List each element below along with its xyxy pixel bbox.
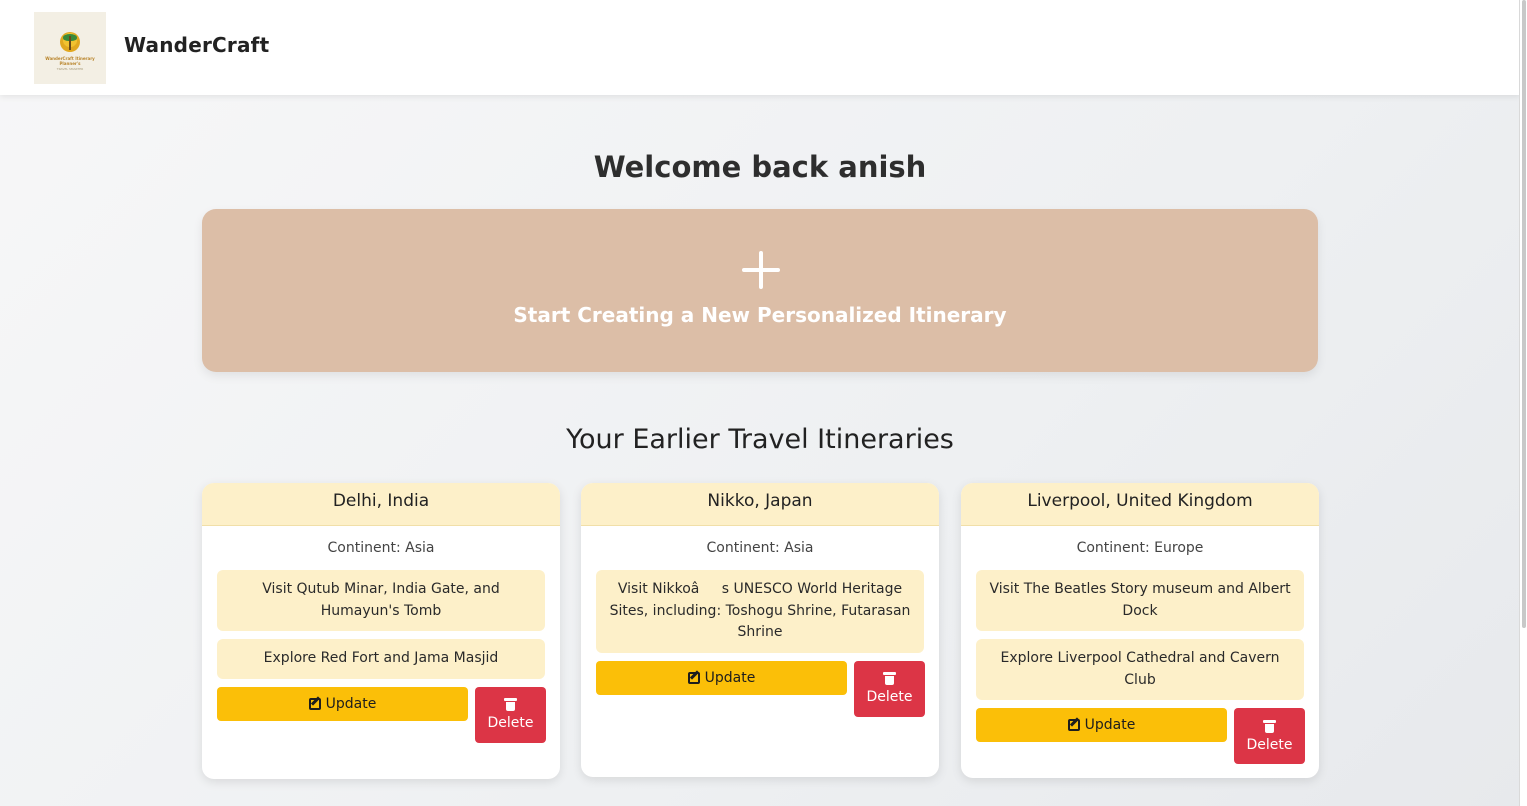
brand-logo[interactable]: WanderCraft Itinerary Planner's TRAVEL S… [34, 12, 106, 84]
edit-icon [1067, 719, 1080, 731]
itinerary-actions: Update Delete [596, 660, 925, 717]
itinerary-card: Nikko, Japan Continent: Asia Visit Nikko… [581, 483, 939, 777]
trash-icon [883, 672, 896, 685]
itinerary-destination: Delhi, India [202, 483, 560, 526]
delete-button[interactable]: Delete [475, 686, 546, 743]
itineraries-section-title: Your Earlier Travel Itineraries [566, 424, 954, 455]
itinerary-continent: Continent: Europe [1076, 540, 1204, 556]
itinerary-activity: Explore Red Fort and Jama Masjid [217, 639, 545, 679]
itinerary-destination: Nikko, Japan [581, 483, 939, 526]
update-button[interactable]: Update [976, 708, 1227, 742]
palm-tree-icon [60, 31, 80, 52]
delete-button[interactable]: Delete [1234, 708, 1305, 764]
logo-text: WanderCraft Itinerary Planner's [45, 55, 95, 66]
brand-name[interactable]: WanderCraft [124, 33, 269, 57]
delete-button[interactable]: Delete [854, 660, 925, 717]
trash-icon [504, 698, 517, 711]
update-button[interactable]: Update [217, 686, 468, 721]
edit-icon [308, 697, 321, 710]
itinerary-card: Liverpool, United Kingdom Continent: Eur… [961, 483, 1319, 778]
scrollbar-thumb[interactable] [1522, 0, 1526, 628]
itinerary-destination: Liverpool, United Kingdom [961, 483, 1319, 526]
trash-icon [1263, 719, 1276, 733]
delete-label: Delete [487, 715, 534, 731]
itinerary-actions: Update Delete [976, 708, 1305, 764]
plus-icon [742, 251, 780, 289]
update-button[interactable]: Update [596, 660, 847, 695]
update-label: Update [704, 669, 756, 686]
itinerary-activity: Explore Liverpool Cathedral and Cavern C… [976, 639, 1304, 700]
update-label: Update [325, 695, 377, 712]
itinerary-actions: Update Delete [217, 686, 546, 743]
itinerary-activity: Visit Qutub Minar, India Gate, and Humay… [217, 570, 545, 631]
itinerary-activity: Visit Nikkoâs UNESCO World Heritage Si… [596, 570, 924, 653]
itinerary-continent: Continent: Asia [706, 540, 814, 556]
delete-label: Delete [866, 689, 913, 705]
create-itinerary-label: Start Creating a New Personalized Itiner… [513, 303, 1007, 327]
update-label: Update [1084, 717, 1136, 733]
scrollbar[interactable] [1519, 0, 1527, 806]
delete-label: Delete [1246, 736, 1293, 753]
welcome-title: Welcome back anish [593, 150, 927, 184]
create-itinerary-button[interactable]: Start Creating a New Personalized Itiner… [202, 209, 1318, 372]
itinerary-card: Delhi, India Continent: Asia Visit Qutub… [202, 483, 560, 779]
top-navbar: WanderCraft Itinerary Planner's TRAVEL S… [0, 0, 1520, 95]
itinerary-activity: Visit The Beatles Story museum and Alber… [976, 570, 1304, 631]
itinerary-continent: Continent: Asia [327, 540, 435, 556]
edit-icon [687, 671, 700, 684]
logo-subtext: TRAVEL SMARTER [56, 66, 84, 71]
